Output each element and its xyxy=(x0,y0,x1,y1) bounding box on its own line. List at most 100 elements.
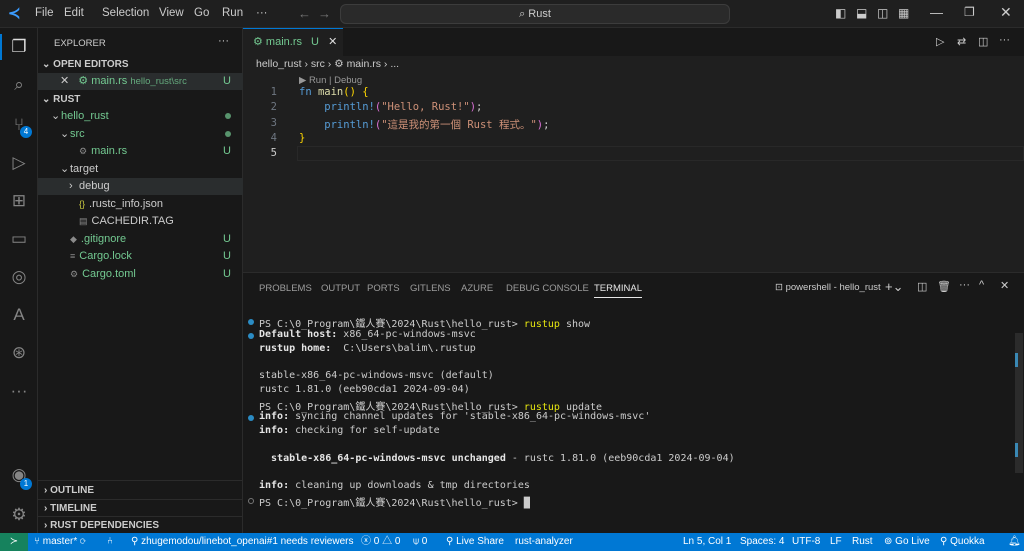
code-line[interactable]: fn main() { xyxy=(299,86,369,98)
terminal-text: rustup home: xyxy=(259,342,332,354)
breadcrumb-item[interactable]: hello_rust xyxy=(256,58,302,70)
split-terminal-icon[interactable]: ◫ xyxy=(917,280,927,293)
rust-analyzer-status[interactable]: rust-analyzer xyxy=(515,533,573,551)
tree-item[interactable]: ⌄target xyxy=(38,161,243,178)
tree-item[interactable]: ⌄hello_rust xyxy=(38,108,243,125)
cursor-position[interactable]: Ln 5, Col 1 xyxy=(683,533,731,551)
breadcrumb-item[interactable]: ... xyxy=(390,58,399,70)
more-views-icon[interactable]: ··· xyxy=(8,380,30,402)
tree-item[interactable]: {} .rustc_info.json xyxy=(38,196,243,213)
menu-edit[interactable]: Edit xyxy=(64,7,84,19)
search-text: Rust xyxy=(528,8,551,20)
modified-dot-icon xyxy=(225,113,231,119)
forward-arrow-icon[interactable]: → xyxy=(318,6,331,21)
live-share-button[interactable]: ⚲ Live Share xyxy=(446,533,504,551)
indentation[interactable]: Spaces: 4 xyxy=(740,533,784,551)
tree-item[interactable]: ⚙ main.rs U xyxy=(38,143,243,160)
more-actions-icon[interactable]: ··· xyxy=(218,35,229,47)
encoding[interactable]: UTF-8 xyxy=(792,533,820,551)
command-decoration-icon[interactable] xyxy=(248,332,254,339)
command-decoration-icon[interactable] xyxy=(248,497,254,504)
tree-item[interactable]: ⚙ Cargo.toml U xyxy=(38,266,243,283)
notifications-bell-icon[interactable]: 🔔︎ xyxy=(1008,533,1021,551)
graph-icon[interactable]: ⑃ xyxy=(107,533,113,551)
rust-folder-header[interactable]: ⌄ RUST xyxy=(38,91,243,108)
azure-icon[interactable]: A xyxy=(8,304,30,326)
open-editors-header[interactable]: ⌄ OPEN EDITORS xyxy=(38,56,243,73)
ports-status[interactable]: ⍦ 0 xyxy=(413,533,427,551)
menu-view[interactable]: View xyxy=(159,7,184,19)
code-line[interactable]: println!("這是我的第一個 Rust 程式。"); xyxy=(299,117,549,132)
tree-item[interactable]: ≡ Cargo.lock U xyxy=(38,248,243,265)
customize-layout-icon[interactable]: ▦ xyxy=(898,6,909,20)
remote-explorer-icon[interactable]: ▭ xyxy=(8,228,30,250)
extensions-icon[interactable]: ⊞ xyxy=(8,190,30,212)
back-arrow-icon[interactable]: ← xyxy=(298,6,311,21)
tree-item[interactable]: ▤ CACHEDIR.TAG xyxy=(38,213,243,230)
explorer-icon[interactable]: ❐ xyxy=(8,36,30,58)
command-center-search[interactable]: ⌕ Rust xyxy=(340,4,730,24)
run-debug-codelens[interactable]: ▶ Run | Debug xyxy=(299,75,362,86)
menu-file[interactable]: File xyxy=(35,7,54,19)
more-actions-icon[interactable]: ··· xyxy=(959,279,970,291)
tab-problems[interactable]: PROBLEMS xyxy=(259,283,312,294)
maximize-panel-icon[interactable]: ^ xyxy=(979,279,984,291)
git-graph-icon[interactable]: ⊛ xyxy=(8,342,30,364)
language-mode[interactable]: Rust xyxy=(852,533,873,551)
tree-item[interactable]: › debug xyxy=(38,178,243,195)
menu-go[interactable]: Go xyxy=(194,7,209,19)
tab-gitlens[interactable]: GITLENS xyxy=(410,283,451,294)
menu-run[interactable]: Run xyxy=(222,7,243,19)
tab-debug-console[interactable]: DEBUG CONSOLE xyxy=(506,283,589,294)
rust-file-icon: ⚙ xyxy=(78,75,89,87)
file-icon: ≡ xyxy=(70,251,76,261)
new-terminal-icon[interactable]: +⌄ xyxy=(885,279,903,295)
command-decoration-icon[interactable] xyxy=(248,319,254,325)
rust-dependencies-section[interactable]: › RUST DEPENDENCIES xyxy=(38,516,243,533)
tab-terminal[interactable]: TERMINAL xyxy=(594,283,643,298)
quokka-button[interactable]: ⚲ Quokka xyxy=(940,533,985,551)
run-icon[interactable]: ▷ xyxy=(936,35,944,48)
compare-changes-icon[interactable]: ⇄ xyxy=(957,35,966,48)
breadcrumb-item[interactable]: main.rs xyxy=(347,58,381,70)
minimize-icon[interactable]: — xyxy=(930,5,943,20)
close-window-icon[interactable]: ✕ xyxy=(1000,4,1012,21)
kill-terminal-icon[interactable]: 🗑 xyxy=(937,280,951,293)
settings-gear-icon[interactable]: ⚙ xyxy=(8,504,30,526)
toggle-panel-icon[interactable]: ⬓ xyxy=(856,6,867,20)
line-ending[interactable]: LF xyxy=(830,533,842,551)
remote-indicator-icon[interactable]: ≻ xyxy=(0,533,28,551)
run-debug-icon[interactable]: ▷ xyxy=(8,152,30,174)
tab-ports[interactable]: PORTS xyxy=(367,283,400,294)
terminal-scrollbar[interactable] xyxy=(1015,333,1023,473)
tree-item[interactable]: ◆ .gitignore U xyxy=(38,231,243,248)
search-icon[interactable]: ⌕ xyxy=(8,74,30,96)
breadcrumb-item[interactable]: src xyxy=(311,58,325,70)
code-line[interactable]: println!("Hello, Rust!"); xyxy=(299,101,482,113)
open-editor-item[interactable]: ✕ ⚙ main.rs hello_rust\src U xyxy=(38,73,243,90)
problems-status[interactable]: ⓧ 0 △ 0 xyxy=(361,533,400,551)
close-icon[interactable]: ✕ xyxy=(38,75,69,87)
restore-icon[interactable]: ❐ xyxy=(964,5,975,19)
tab-azure[interactable]: AZURE xyxy=(461,283,493,294)
pull-request-status[interactable]: ⚲ zhugemodou/linebot_openai#1 needs revi… xyxy=(131,533,353,551)
tree-item[interactable]: ⌄src xyxy=(38,126,243,143)
command-decoration-icon[interactable] xyxy=(248,415,254,422)
go-live-button[interactable]: ⊚ Go Live xyxy=(884,533,930,551)
toggle-sidebar-icon[interactable]: ◧ xyxy=(835,6,846,20)
terminal-instance[interactable]: ⊡ powershell - hello_rust xyxy=(775,282,881,293)
gitlens-icon[interactable]: ◎ xyxy=(8,266,30,288)
toggle-secondary-sidebar-icon[interactable]: ◫ xyxy=(877,6,888,20)
close-panel-icon[interactable]: ✕ xyxy=(1000,279,1009,292)
tab-output[interactable]: OUTPUT xyxy=(321,283,360,294)
timeline-section[interactable]: › TIMELINE xyxy=(38,499,243,516)
code-line[interactable]: } xyxy=(299,132,305,144)
outline-section[interactable]: › OUTLINE xyxy=(38,482,243,499)
split-editor-icon[interactable]: ◫ xyxy=(978,35,988,48)
tab-main-rs[interactable]: ⚙ main.rs U ✕ xyxy=(243,28,343,56)
menu-[interactable]: ··· xyxy=(256,7,268,19)
more-actions-icon[interactable]: ··· xyxy=(999,34,1010,46)
close-tab-icon[interactable]: ✕ xyxy=(322,36,337,48)
branch-indicator[interactable]: ⑂ master* ⟳ xyxy=(34,533,86,551)
menu-selection[interactable]: Selection xyxy=(102,7,149,19)
